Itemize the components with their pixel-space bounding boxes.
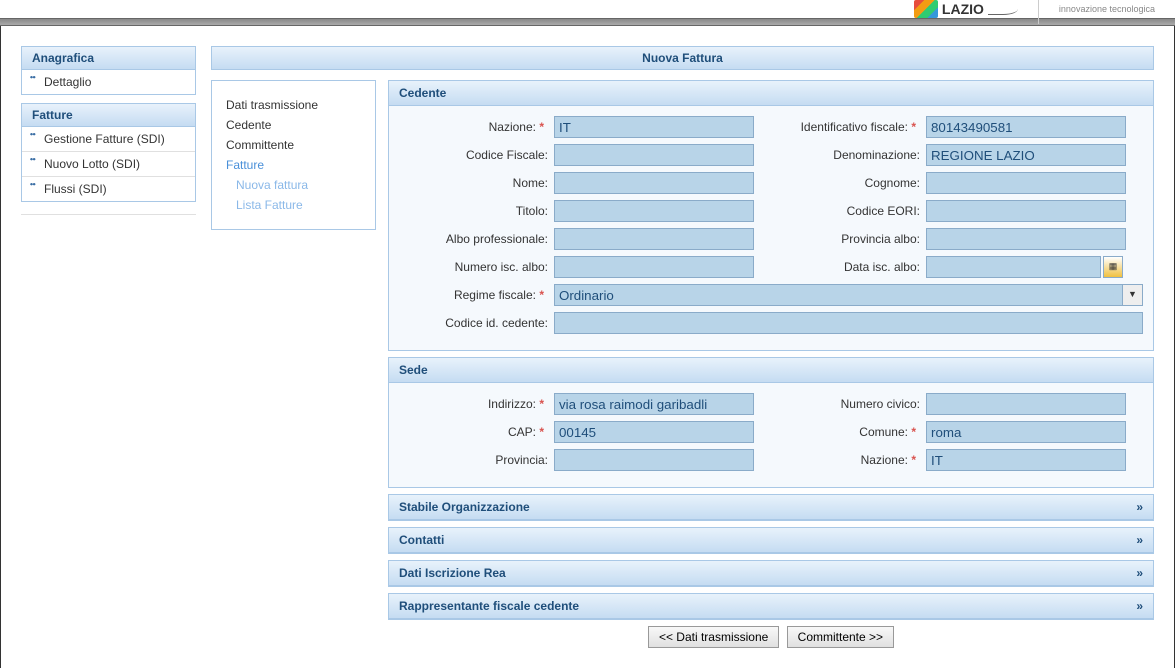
section-header-dati-iscr-rea[interactable]: Dati Iscrizione Rea » bbox=[389, 561, 1153, 586]
section-header-stabile-org[interactable]: Stabile Organizzazione » bbox=[389, 495, 1153, 520]
step-cedente[interactable]: Cedente bbox=[222, 115, 365, 135]
label-indirizzo: Indirizzo: * bbox=[399, 397, 554, 411]
step-lista-fatture[interactable]: Lista Fatture bbox=[222, 195, 365, 215]
section-dati-iscr-rea: Dati Iscrizione Rea » bbox=[388, 560, 1154, 587]
input-data-isc-albo[interactable] bbox=[926, 256, 1101, 278]
panel-title: Nuova Fattura bbox=[211, 46, 1154, 70]
step-nuova-fattura[interactable]: Nuova fattura bbox=[222, 175, 365, 195]
label-numero-civico: Numero civico: bbox=[771, 397, 926, 411]
sidebar-item-gestione-fatture[interactable]: Gestione Fatture (SDI) bbox=[22, 127, 195, 152]
label-nazione: Nazione: * bbox=[399, 120, 554, 134]
input-codice-fiscale[interactable] bbox=[554, 144, 754, 166]
label-albo-prof: Albo professionale: bbox=[399, 232, 554, 246]
input-nome[interactable] bbox=[554, 172, 754, 194]
lazio-flag-icon bbox=[914, 0, 938, 18]
next-button[interactable]: Committente >> bbox=[787, 626, 894, 648]
section-header-contatti[interactable]: Contatti » bbox=[389, 528, 1153, 553]
input-nazione[interactable] bbox=[554, 116, 754, 138]
sidebar-item-dettaglio[interactable]: Dettaglio bbox=[22, 70, 195, 94]
section-title-cedente: Cedente bbox=[399, 86, 446, 100]
input-titolo[interactable] bbox=[554, 200, 754, 222]
input-numero-civico[interactable] bbox=[926, 393, 1126, 415]
input-indirizzo[interactable] bbox=[554, 393, 754, 415]
top-divider bbox=[0, 18, 1175, 26]
label-cognome: Cognome: bbox=[771, 176, 926, 190]
section-title-contatti: Contatti bbox=[399, 533, 444, 547]
chevron-down-icon[interactable]: ▼ bbox=[1123, 284, 1143, 306]
collapse-icon: » bbox=[1136, 533, 1143, 547]
sidebar-item-nuovo-lotto[interactable]: Nuovo Lotto (SDI) bbox=[22, 152, 195, 177]
section-title-dati-iscr-rea: Dati Iscrizione Rea bbox=[399, 566, 506, 580]
label-cap: CAP: * bbox=[399, 425, 554, 439]
section-rappresentante: Rappresentante fiscale cedente » bbox=[388, 593, 1154, 620]
step-fatture[interactable]: Fatture bbox=[222, 155, 365, 175]
input-cap[interactable] bbox=[554, 421, 754, 443]
collapse-icon: » bbox=[1136, 599, 1143, 613]
prev-button[interactable]: << Dati trasmissione bbox=[648, 626, 779, 648]
sidebar-group-fatture: Fatture Gestione Fatture (SDI) Nuovo Lot… bbox=[21, 103, 196, 202]
input-cognome[interactable] bbox=[926, 172, 1126, 194]
label-regime-fiscale: Regime fiscale: * bbox=[399, 288, 554, 302]
content-area: Nuova Fattura Dati trasmissione Cedente … bbox=[211, 46, 1154, 648]
calendar-icon[interactable]: ▦ bbox=[1103, 256, 1123, 278]
section-title-sede: Sede bbox=[399, 363, 428, 377]
section-header-sede[interactable]: Sede bbox=[389, 358, 1153, 383]
nav-buttons: << Dati trasmissione Committente >> bbox=[388, 626, 1154, 648]
input-id-fiscale[interactable] bbox=[926, 116, 1126, 138]
sidebar-header-anagrafica: Anagrafica bbox=[22, 47, 195, 70]
label-data-isc-albo: Data isc. albo: bbox=[771, 260, 926, 274]
label-provincia: Provincia: bbox=[399, 453, 554, 467]
logo-separator bbox=[1038, 0, 1039, 24]
label-prov-albo: Provincia albo: bbox=[771, 232, 926, 246]
label-codice-fiscale: Codice Fiscale: bbox=[399, 148, 554, 162]
input-sede-nazione[interactable] bbox=[926, 449, 1126, 471]
input-codice-id-cedente[interactable] bbox=[554, 312, 1143, 334]
label-codice-eori: Codice EORI: bbox=[771, 204, 926, 218]
input-denominazione[interactable] bbox=[926, 144, 1126, 166]
logo-tech-text: innovazione tecnologica bbox=[1059, 4, 1155, 14]
label-codice-id-cedente: Codice id. cedente: bbox=[399, 316, 554, 330]
logo-lazio: LAZIO bbox=[914, 0, 1018, 18]
section-cedente: Cedente Nazione: * Identificativo fiscal… bbox=[388, 80, 1154, 351]
section-header-cedente[interactable]: Cedente bbox=[389, 81, 1153, 106]
step-committente[interactable]: Committente bbox=[222, 135, 365, 155]
sidebar-group-anagrafica: Anagrafica Dettaglio bbox=[21, 46, 196, 95]
section-contatti: Contatti » bbox=[388, 527, 1154, 554]
step-dati-trasmissione[interactable]: Dati trasmissione bbox=[222, 95, 365, 115]
input-provincia[interactable] bbox=[554, 449, 754, 471]
select-regime-fiscale[interactable] bbox=[554, 284, 1123, 306]
input-codice-eori[interactable] bbox=[926, 200, 1126, 222]
input-albo-prof[interactable] bbox=[554, 228, 754, 250]
input-num-isc-albo[interactable] bbox=[554, 256, 754, 278]
section-stabile-org: Stabile Organizzazione » bbox=[388, 494, 1154, 521]
sidebar-header-fatture: Fatture bbox=[22, 104, 195, 127]
input-prov-albo[interactable] bbox=[926, 228, 1126, 250]
wizard-steps: Dati trasmissione Cedente Committente Fa… bbox=[211, 80, 376, 230]
label-nome: Nome: bbox=[399, 176, 554, 190]
section-sede: Sede Indirizzo: * Numero civico: bbox=[388, 357, 1154, 488]
collapse-icon: » bbox=[1136, 566, 1143, 580]
label-denominazione: Denominazione: bbox=[771, 148, 926, 162]
label-comune: Comune: * bbox=[771, 425, 926, 439]
form-area: Cedente Nazione: * Identificativo fiscal… bbox=[388, 80, 1154, 648]
sidebar-divider bbox=[21, 214, 196, 215]
label-num-isc-albo: Numero isc. albo: bbox=[399, 260, 554, 274]
input-comune[interactable] bbox=[926, 421, 1126, 443]
label-sede-nazione: Nazione: * bbox=[771, 453, 926, 467]
sidebar-item-flussi[interactable]: Flussi (SDI) bbox=[22, 177, 195, 201]
logo-text: LAZIO bbox=[942, 1, 984, 17]
section-title-rappresentante: Rappresentante fiscale cedente bbox=[399, 599, 579, 613]
section-title-stabile-org: Stabile Organizzazione bbox=[399, 500, 530, 514]
collapse-icon: » bbox=[1136, 500, 1143, 514]
sidebar: Anagrafica Dettaglio Fatture Gestione Fa… bbox=[21, 46, 196, 648]
label-id-fiscale: Identificativo fiscale: * bbox=[771, 120, 926, 134]
section-header-rappresentante[interactable]: Rappresentante fiscale cedente » bbox=[389, 594, 1153, 619]
swoosh-icon bbox=[988, 3, 1018, 15]
label-titolo: Titolo: bbox=[399, 204, 554, 218]
